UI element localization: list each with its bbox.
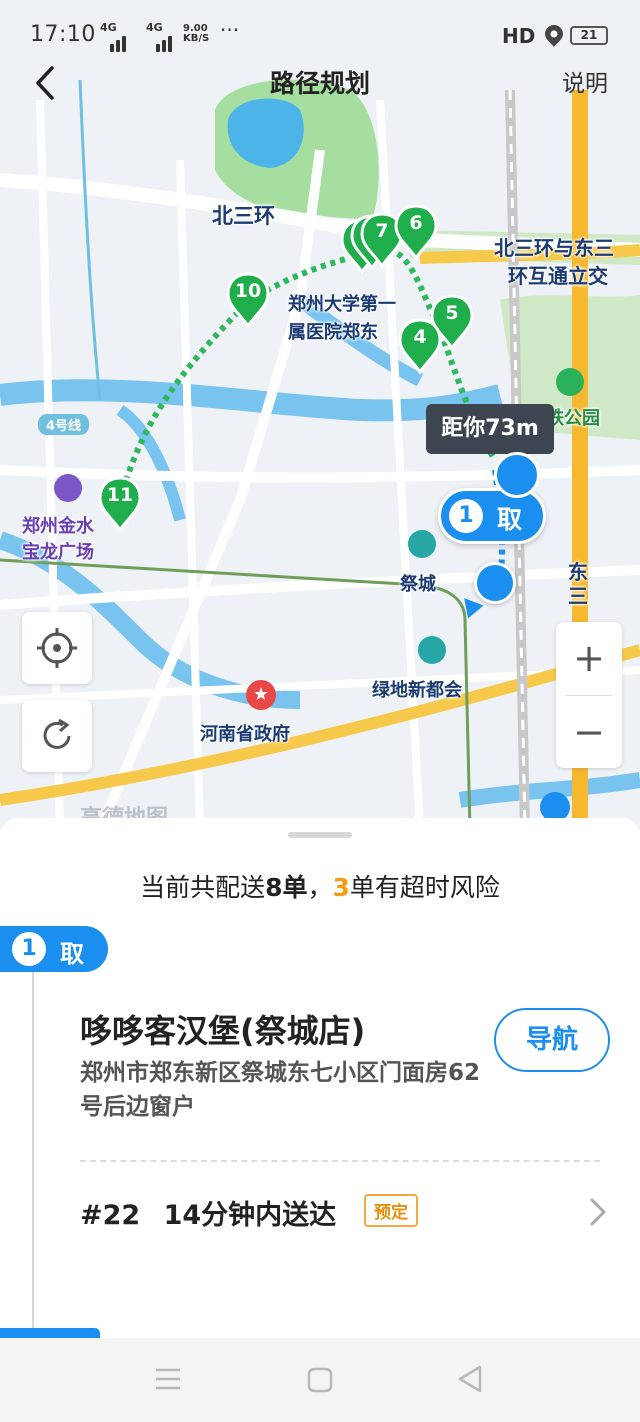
pin-number: 4 [413, 326, 427, 348]
sheet-drag-handle[interactable] [288, 832, 352, 838]
home-icon[interactable] [306, 1366, 334, 1394]
map-pin-6[interactable]: 6 [394, 204, 438, 261]
order-number: #22 [80, 1200, 141, 1231]
shopping-icon [54, 474, 82, 502]
reservation-tag: 预定 [364, 1194, 418, 1227]
zoom-control: + − [556, 622, 622, 768]
refresh-icon [43, 718, 71, 749]
junction-label-2: 环互通立交 [508, 264, 608, 288]
map-pin-11[interactable]: 11 [98, 476, 142, 533]
park-icon [556, 368, 584, 396]
back-triangle-icon[interactable] [456, 1364, 484, 1394]
mall-label-1: 郑州金水 [22, 516, 94, 537]
government-star-icon: ★ [246, 680, 276, 710]
metro-line-badge: 4号线 [38, 414, 90, 435]
network-speed: 9.00 KB/S [183, 24, 209, 44]
road-label-east: 东三 [568, 560, 588, 608]
greenland-label: 绿地新都会 [372, 680, 462, 701]
station-icon [408, 530, 436, 558]
junction-label-1: 北三环与东三 [494, 236, 614, 260]
timeline-line [32, 972, 34, 1332]
zoom-out-button[interactable]: − [556, 696, 622, 768]
mall-label-2: 宝龙广场 [22, 542, 94, 563]
hospital-label-2: 属医院郑东 [288, 322, 378, 343]
app-header: 路径规划 说明 [0, 56, 640, 106]
pickup-marker-label: 取 [497, 505, 523, 534]
delivery-summary: 当前共配送8单，3单有超时风险 [0, 868, 640, 904]
status-time: 17:10 [30, 22, 96, 47]
refresh-button[interactable] [22, 700, 92, 772]
step-label: 取 [60, 940, 84, 968]
more-status-icon: ··· [220, 18, 240, 42]
summary-risk-count: 3 [332, 873, 350, 902]
map-pin-4[interactable]: 4 [398, 318, 442, 375]
next-step-badge-edge [0, 1328, 100, 1338]
pin-number: 11 [106, 484, 134, 506]
task-step-badge: 1 取 [0, 926, 108, 972]
order-info[interactable]: #22 14分钟内送达 [80, 1193, 336, 1232]
my-location-dot [474, 562, 516, 604]
summary-separator: ， [307, 873, 333, 902]
route-map[interactable]: 11 10 7 6 5 4 北三环 北三环与东三 环互通立交 郑州大学第一 属医… [0, 0, 640, 830]
pin-number: 6 [409, 212, 423, 234]
shop-address: 郑州市郑东新区祭城东七小区门面房62号后边窗户 [80, 1060, 481, 1120]
pin-number: 10 [234, 280, 262, 302]
summary-prefix: 当前共配送 [140, 873, 266, 902]
hospital-label-1: 郑州大学第一 [288, 294, 396, 315]
status-bar: 17:10 4G 4G 9.00 KB/S ··· HD 21 [0, 0, 640, 56]
signal-bars-icon [100, 32, 126, 52]
summary-suffix: 单有超时风险 [349, 873, 500, 902]
locate-button[interactable] [22, 612, 92, 684]
step-number: 1 [12, 932, 46, 966]
battery-indicator: 21 [570, 26, 608, 45]
summary-count: 8单 [265, 873, 308, 902]
menu-icon[interactable] [154, 1366, 182, 1392]
chevron-right-icon[interactable] [586, 1194, 610, 1230]
map-pin-10[interactable]: 10 [226, 272, 270, 329]
speed-unit: KB/S [183, 33, 210, 44]
signal-bars-icon [146, 32, 172, 52]
rider-marker [494, 452, 540, 498]
building-icon [418, 636, 446, 664]
shop-name[interactable]: 哆哆客汉堡(祭城店) [80, 1006, 365, 1052]
pickup-marker-number: 1 [449, 499, 483, 533]
locate-crosshair-icon [37, 628, 77, 668]
station-label: 祭城 [400, 574, 436, 595]
pickup-marker[interactable]: 1 取 [438, 488, 546, 544]
order-deadline: 14分钟内送达 [163, 1200, 337, 1231]
distance-tooltip: 距你73m [426, 404, 554, 454]
government-label: 河南省政府 [200, 724, 290, 745]
help-button[interactable]: 说明 [562, 64, 608, 98]
dashed-divider [80, 1160, 600, 1162]
location-icon [545, 25, 563, 47]
hd-indicator: HD [502, 24, 536, 48]
road-label-north: 北三环 [212, 204, 275, 228]
task-sheet: 当前共配送8单，3单有超时风险 1 取 哆哆客汉堡(祭城店) 郑州市郑东新区祭城… [0, 818, 640, 1338]
system-nav-bar [0, 1338, 640, 1422]
page-title: 路径规划 [269, 69, 370, 98]
zoom-in-button[interactable]: + [556, 622, 622, 694]
navigate-button[interactable]: 导航 [494, 1008, 610, 1072]
